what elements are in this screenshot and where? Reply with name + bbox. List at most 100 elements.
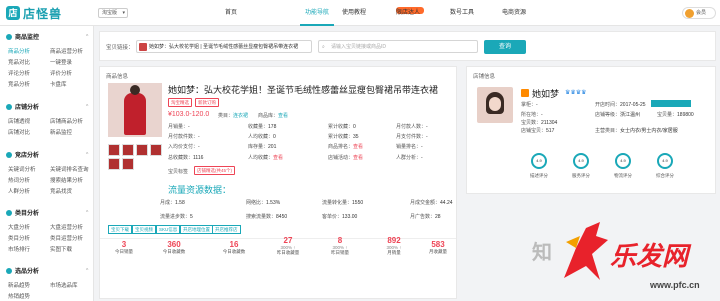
nav-resources[interactable]: 电商资源 [492,0,536,26]
shop-field: 所在地：- [521,112,543,118]
shop-field: 宝贝量：189800 [657,112,694,118]
sidebar-item[interactable]: 一键登录 [50,58,72,66]
watermark-sub: 知 [532,242,552,264]
sidebar-item[interactable]: 类目运营分析 [50,234,83,242]
product-image[interactable] [108,83,162,137]
field[interactable]: 店铺活动：查看 [328,154,363,161]
sidebar-item[interactable]: 商品运营分析 [50,47,83,55]
metric: 月广告数：28 [410,214,441,220]
sidebar-item[interactable]: 大盘运营分析 [50,223,83,231]
field: 人均收藏：0 [248,134,276,140]
score-label: 综合评分 [656,173,674,178]
nav-tools[interactable]: 数号工具 [440,0,484,26]
thumbnail[interactable] [108,158,120,170]
metric: 客单价：133.00 [322,214,358,220]
field: 累计收藏：0 [328,124,356,130]
thumbnail[interactable] [136,144,148,156]
sidebar-item[interactable]: 搜索结果分析 [50,176,83,184]
score-gauge: 4.9 [573,153,589,169]
sidebar-item[interactable]: 卡盘库 [50,80,67,88]
score-label: 物流评分 [614,173,632,178]
nav-functions[interactable]: 功能导航 [300,0,334,26]
sidebar-item[interactable]: 实图下载 [50,245,72,253]
conversion-title: 流量资源数据： [168,185,232,195]
score-gauge: 4.9 [531,153,547,169]
score-gauge: 4.9 [615,153,631,169]
sidebar-item[interactable]: 市场选品库 [50,281,78,289]
shop-panel: 店铺信息 她如梦 ♛♛♛♛ 掌柜：- 开店时间：2017-05-25 所在地：-… [466,66,716,194]
shop-field: 掌柜：- [521,102,538,108]
sidebar-item[interactable]: 竞品对比 [8,58,30,66]
sidebar-item[interactable]: 竞品找货 [50,187,72,195]
sidebar-item[interactable]: 新品趋势 [8,281,30,289]
field: 总收藏数：1116 [168,155,204,161]
model-head [130,85,140,95]
sidebar-item[interactable]: 热销趋势 [8,292,30,300]
download-button[interactable]: 宝贝下载 [108,225,132,234]
nav-tutorial[interactable]: 使用教程 [332,0,376,26]
metric: 流量转化量：1550 [322,200,364,206]
detail-tag[interactable]: 店铺精选(共45个) [194,166,236,175]
product-price: ¥103.0-120.0 [168,111,210,118]
thumbnail[interactable] [108,144,120,156]
sku-button[interactable]: SKU信息 [156,225,181,234]
brand-field[interactable]: 商品库：查看 [258,112,288,119]
metric: 月成交金额：44.24 [410,200,453,206]
field[interactable]: 人均收藏：查看 [248,154,283,161]
recommend-button[interactable]: 开店推荐店 [212,225,241,234]
sidebar-item[interactable]: 评价分析 [50,69,72,77]
stat-month-fav: 583 月收藏量 [429,240,447,254]
sidebar-item[interactable]: 热词分析 [8,176,30,184]
sidebar-item[interactable]: 类目分析 [8,234,30,242]
field: 月付款件数：- [168,134,200,140]
metric: 流量进步数：5 [160,214,193,220]
shop-badge [651,100,691,107]
dress-shape [124,93,146,135]
user-menu[interactable]: 会员 [682,7,716,19]
sidebar-item[interactable]: 关键词排名查询 [50,165,89,173]
sidebar-section-shop[interactable]: 店铺分析 ^ [6,102,88,111]
product-tag: 淘宝精选 [168,98,192,107]
score-label: 服务评分 [572,173,590,178]
nav-experts[interactable]: 限店达人 [382,0,434,26]
sidebar-item[interactable]: 新品监控 [50,128,72,136]
sidebar-item[interactable]: 大盘分析 [8,223,30,231]
sidebar-item[interactable]: 商品分析 [8,47,30,55]
sidebar-item[interactable]: 评论分析 [8,69,30,77]
detail-label: 宝贝标签 [168,169,189,175]
sidebar-item[interactable]: 店铺商品分析 [50,117,83,125]
sidebar: 商品监控 ^ 商品分析 商品运营分析 竞品对比 一键登录 评论分析 评价分析 竞品… [0,26,94,301]
stat-yesterday-sales: 8 300% ↑ 昨日销量 [331,236,349,255]
search-input[interactable]: ⌕ 请输入宝贝链接或商品ID [318,40,478,53]
field: 收藏量：178 [248,124,277,130]
sidebar-item[interactable]: 店铺对比 [8,128,30,136]
sidebar-section-selection[interactable]: 选品分析 ^ [6,266,88,275]
product-thumb-icon [139,43,147,51]
product-select[interactable]: 她如梦：弘大校花学姐 | 圣诞节毛绒性感蕾丝显瘦包臀裙吊带连衣裙 [136,40,312,53]
location-button[interactable]: 开店地理位置 [180,225,213,234]
field[interactable]: 商品排名：查看 [328,143,363,150]
thumbnail[interactable] [122,144,134,156]
video-button[interactable]: 宝贝视频 [132,225,156,234]
score-gauge: 4.9 [657,153,673,169]
sidebar-section-competitor[interactable]: 竞店分析 ^ [6,150,88,159]
logo[interactable]: 店 店怪兽 [6,4,62,22]
sidebar-item[interactable]: 关键词分析 [8,165,36,173]
field: 累计收藏：35 [328,134,359,140]
nav-home[interactable]: 首页 [216,0,246,26]
sidebar-item[interactable]: 市场排行 [8,245,30,253]
field: 人群分析：- [396,155,423,161]
thumbnail[interactable] [122,158,134,170]
field: 月付款人数：- [396,124,428,130]
score-label: 描述评分 [530,173,548,178]
sidebar-item[interactable]: 店铺透视 [8,117,30,125]
sidebar-item[interactable]: 竞品分析 [8,80,30,88]
sidebar-section-category[interactable]: 类目分析 ^ [6,208,88,217]
sidebar-item[interactable]: 人群分析 [8,187,30,195]
sidebar-section-product[interactable]: 商品监控 ^ [6,32,88,41]
platform-select[interactable]: 淘宝版 ▾ [98,8,128,18]
shop-avatar [477,87,513,123]
metric: 月成：1.58 [160,200,185,206]
thumbnail[interactable] [150,144,162,156]
query-button[interactable]: 查询 [484,40,526,54]
